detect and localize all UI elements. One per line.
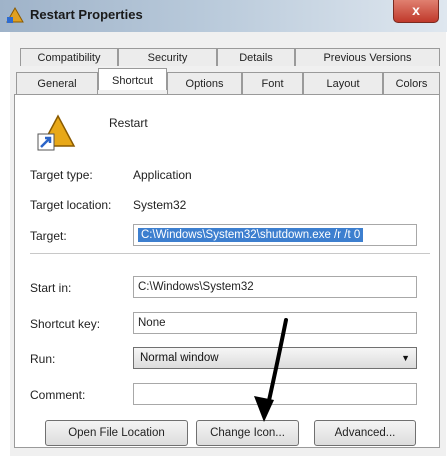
- tab-previous-versions[interactable]: Previous Versions: [295, 48, 440, 66]
- start-in-input[interactable]: C:\Windows\System32: [133, 276, 417, 298]
- tab-general[interactable]: General: [16, 72, 98, 94]
- open-file-location-button[interactable]: Open File Location: [45, 420, 188, 446]
- target-type-label: Target type:: [30, 168, 93, 182]
- chevron-down-icon: ▼: [401, 353, 410, 363]
- tab-options[interactable]: Options: [167, 72, 242, 94]
- tab-details[interactable]: Details: [217, 48, 295, 66]
- advanced-button[interactable]: Advanced...: [314, 420, 416, 446]
- target-input[interactable]: C:\Windows\System32\shutdown.exe /r /t 0: [133, 224, 417, 246]
- tab-shortcut[interactable]: Shortcut: [98, 68, 167, 90]
- shortcut-name: Restart: [109, 116, 148, 130]
- run-label: Run:: [30, 352, 56, 366]
- target-location-value: System32: [133, 198, 187, 212]
- target-label: Target:: [30, 229, 67, 243]
- separator: [30, 253, 430, 254]
- target-location-label: Target location:: [30, 198, 112, 212]
- comment-label: Comment:: [30, 388, 86, 402]
- close-button[interactable]: x: [393, 0, 439, 23]
- window-title: Restart Properties: [30, 7, 143, 22]
- shortcut-key-label: Shortcut key:: [30, 317, 101, 331]
- app-icon: [6, 6, 24, 23]
- tab-layout[interactable]: Layout: [303, 72, 383, 94]
- tab-colors[interactable]: Colors: [383, 72, 440, 94]
- shortcut-icon: [37, 114, 76, 151]
- target-type-value: Application: [133, 168, 192, 182]
- tab-compatibility[interactable]: Compatibility: [20, 48, 118, 66]
- tab-security[interactable]: Security: [118, 48, 217, 66]
- start-in-label: Start in:: [30, 281, 72, 295]
- tab-font[interactable]: Font: [242, 72, 303, 94]
- title-bar: Restart Properties x: [0, 0, 447, 32]
- target-selected-text: C:\Windows\System32\shutdown.exe /r /t 0: [138, 228, 364, 242]
- annotation-arrow-icon: [254, 318, 288, 422]
- run-select-value: Normal window: [140, 352, 219, 364]
